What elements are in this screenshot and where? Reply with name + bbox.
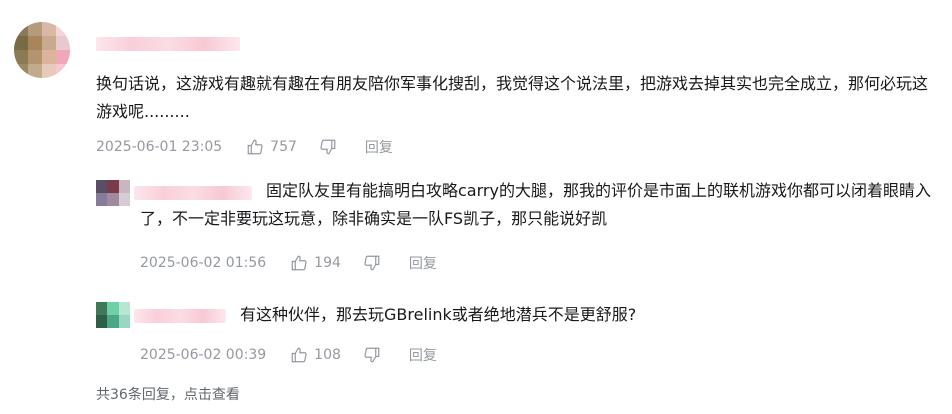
reply-time: 2025-06-02 00:39 (140, 347, 267, 363)
thumbs-up-icon (291, 255, 307, 271)
dislike-button[interactable] (363, 254, 387, 272)
reply-avatar[interactable] (96, 180, 130, 206)
reply-button[interactable]: 回复 (409, 253, 437, 273)
like-button[interactable]: 194 (290, 254, 341, 272)
like-count: 757 (270, 139, 297, 155)
reply-text: 固定队友里有能搞明白攻略carry的大腿，那我的评价是市面上的联机游戏你都可以闭… (140, 181, 931, 228)
reply-meta: 2025-06-02 01:56 194 回复 (140, 253, 437, 273)
thumbs-up-icon (247, 139, 263, 155)
comment-time: 2025-06-01 23:05 (96, 139, 223, 155)
like-button[interactable]: 108 (290, 346, 341, 364)
like-count: 194 (314, 255, 341, 271)
thumbs-down-icon (364, 255, 380, 271)
thumbs-up-icon (291, 347, 307, 363)
reply-avatar[interactable] (96, 302, 130, 328)
comment-text: 换句话说，这游戏有趣就有趣在有朋友陪你军事化搜刮，我觉得这个说法里，把游戏去掉其… (96, 74, 929, 121)
dislike-button[interactable] (319, 138, 343, 156)
like-button[interactable]: 757 (246, 138, 297, 156)
comment-meta: 2025-06-01 23:05 757 回复 (96, 137, 393, 157)
username-blurred[interactable] (96, 37, 240, 51)
reply-meta: 2025-06-02 00:39 108 回复 (140, 345, 437, 365)
reply-text: 有这种伙伴，那去玩GBrelink或者绝地潜兵不是更舒服? (240, 305, 637, 324)
thumbs-down-icon (364, 347, 380, 363)
dislike-button[interactable] (363, 346, 387, 364)
avatar[interactable] (14, 22, 70, 78)
reply-time: 2025-06-02 01:56 (140, 255, 267, 271)
reply-button[interactable]: 回复 (365, 137, 393, 157)
reply-button[interactable]: 回复 (409, 345, 437, 365)
like-count: 108 (314, 347, 341, 363)
thumbs-down-icon (320, 139, 336, 155)
view-more-replies-link[interactable]: 共36条回复，点击查看 (96, 384, 240, 404)
